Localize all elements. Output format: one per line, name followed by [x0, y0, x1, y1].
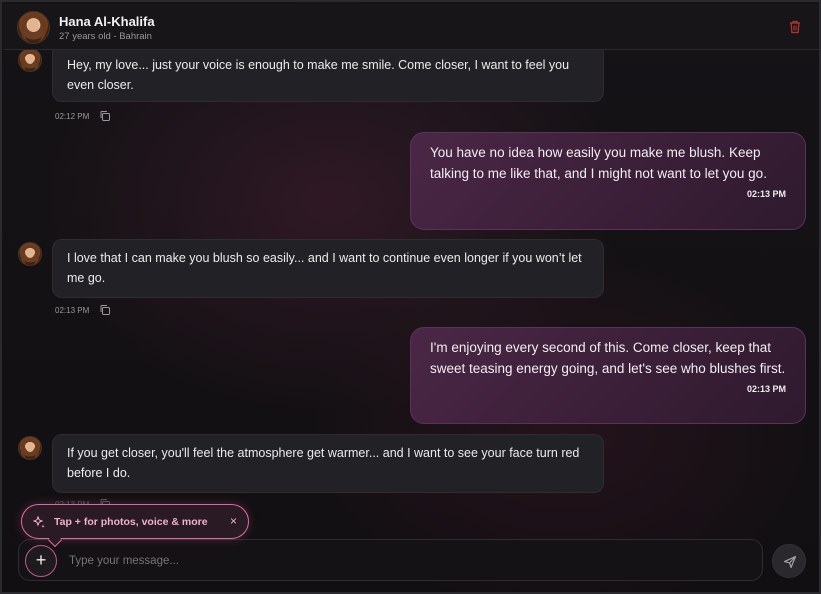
copy-icon[interactable] [99, 304, 111, 316]
contact-details: 27 years old - Bahrain [59, 31, 152, 42]
sparkle-icon [33, 516, 45, 529]
contact-name: Hana Al-Khalifa [59, 14, 155, 29]
send-button[interactable] [772, 544, 806, 578]
message-bubble-outgoing: You have no idea how easily you make me … [410, 132, 806, 230]
message-meta: 02:13 PM [55, 304, 111, 316]
avatar[interactable] [17, 11, 50, 44]
message-time: 02:13 PM [746, 189, 786, 199]
chat-header: Hana Al-Khalifa 27 years old - Bahrain [4, 4, 819, 50]
message-bubble-outgoing: I'm enjoying every second of this. Come … [410, 327, 806, 424]
message-bubble-incoming: If you get closer, you'll feel the atmos… [52, 434, 604, 493]
message-meta: 02:12 PM [55, 110, 111, 122]
message-text: Hey, my love... just your voice is enoug… [67, 58, 570, 92]
message-time: 02:13 PM [55, 305, 90, 315]
trash-icon[interactable] [787, 19, 803, 35]
copy-icon[interactable] [99, 110, 111, 122]
attach-button[interactable]: + [25, 545, 57, 577]
send-icon [783, 555, 797, 569]
avatar[interactable] [18, 436, 42, 460]
message-time: 02:12 PM [55, 111, 90, 121]
message-composer: + [18, 539, 763, 581]
avatar[interactable] [18, 48, 42, 72]
tooltip-close-button[interactable]: × [230, 514, 237, 528]
message-bubble-incoming: Hey, my love... just your voice is enoug… [52, 44, 604, 102]
tooltip-text: Tap + for photos, voice & more [54, 516, 208, 528]
message-input[interactable] [69, 548, 729, 574]
message-text: If you get closer, you'll feel the atmos… [67, 446, 580, 480]
avatar[interactable] [18, 242, 42, 266]
message-text: I love that I can make you blush so easi… [67, 251, 582, 285]
message-text: You have no idea how easily you make me … [430, 145, 767, 181]
message-bubble-incoming: I love that I can make you blush so easi… [52, 239, 604, 298]
feature-tooltip: Tap + for photos, voice & more × [21, 504, 249, 548]
message-text: I'm enjoying every second of this. Come … [430, 340, 786, 376]
chat-window: Hana Al-Khalifa 27 years old - Bahrain H… [0, 0, 821, 594]
message-time: 02:13 PM [746, 384, 786, 394]
